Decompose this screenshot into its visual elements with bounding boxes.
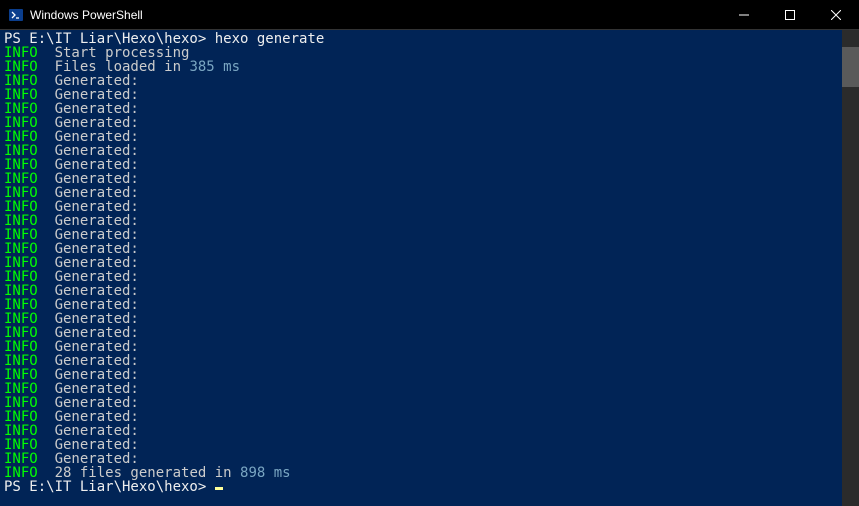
titlebar[interactable]: Windows PowerShell <box>0 0 859 30</box>
generate-time: 898 ms <box>240 465 291 481</box>
vertical-scrollbar[interactable] <box>842 30 859 506</box>
prompt-line: PS E:\IT Liar\Hexo\hexo> <box>4 479 215 495</box>
close-button[interactable] <box>813 0 859 30</box>
minimize-button[interactable] <box>721 0 767 30</box>
cursor <box>215 487 223 490</box>
powershell-icon <box>8 7 24 23</box>
powershell-window: Windows PowerShell PS E:\IT Liar\Hexo\he… <box>0 0 859 506</box>
maximize-button[interactable] <box>767 0 813 30</box>
terminal-output[interactable]: PS E:\IT Liar\Hexo\hexo> hexo generateIN… <box>0 30 842 506</box>
load-time: 385 ms <box>189 59 240 75</box>
scrollbar-thumb[interactable] <box>842 47 859 87</box>
command-text: hexo generate <box>215 31 325 47</box>
window-title: Windows PowerShell <box>30 8 143 22</box>
